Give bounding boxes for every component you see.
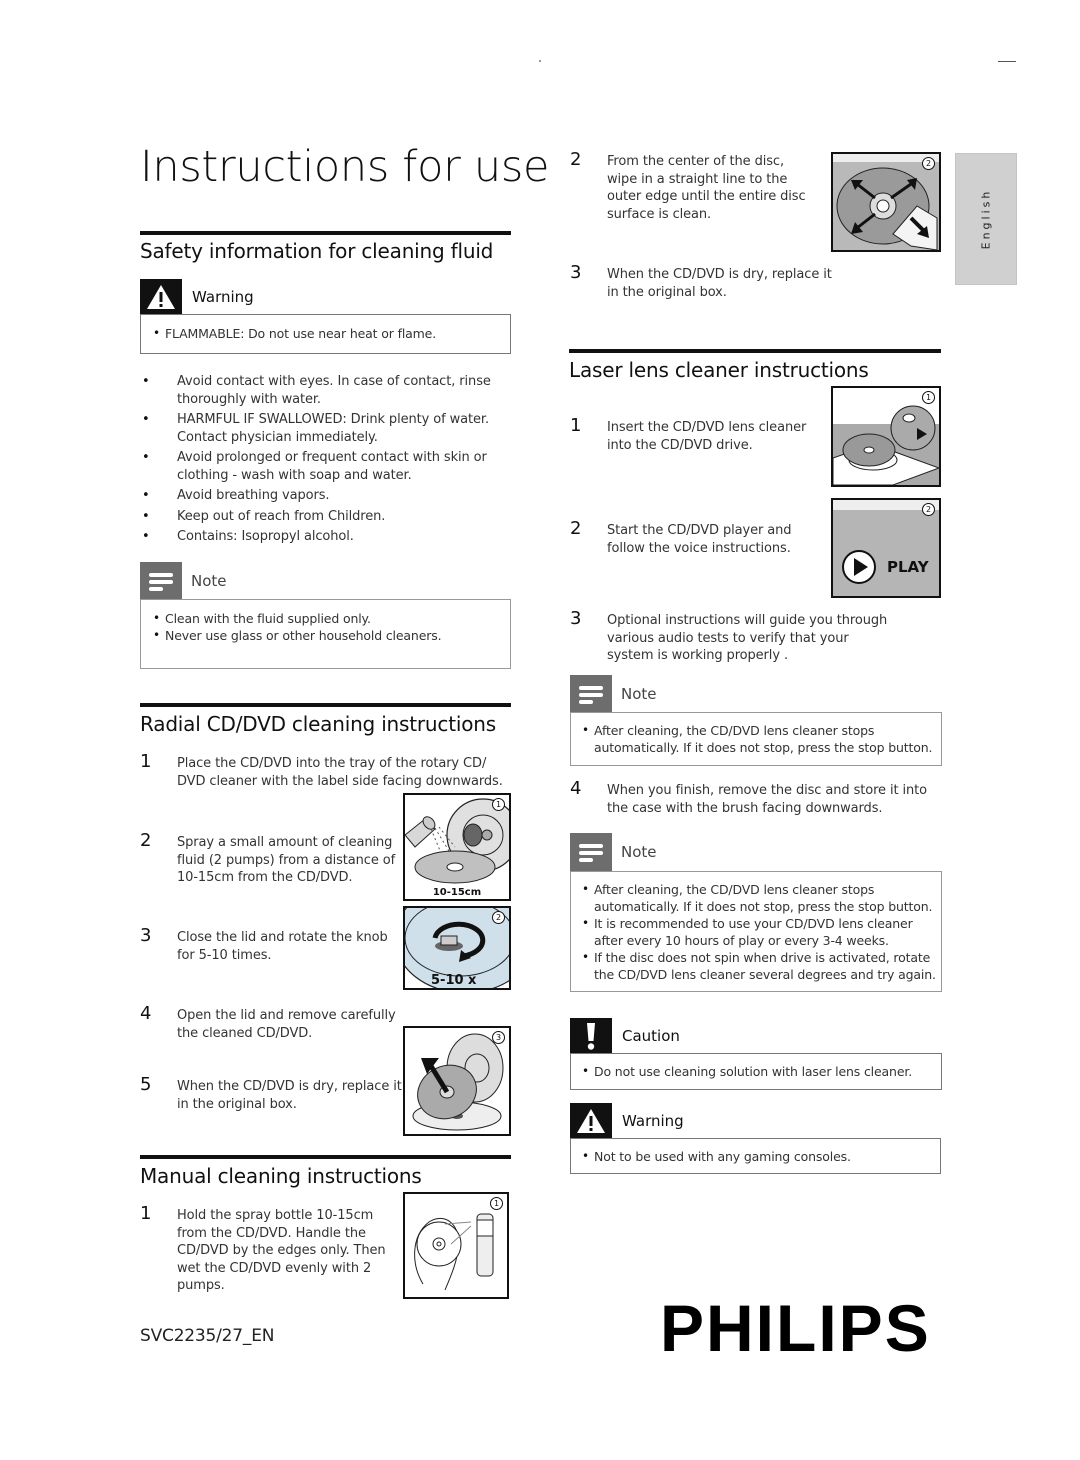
caution-item: Do not use cleaning solution with laser … (576, 1063, 941, 1080)
radial-figure-remove: 3 (403, 1026, 511, 1136)
caution-box: Do not use cleaning solution with laser … (570, 1053, 942, 1090)
step-text: Close the lid and rotate the knob for 5-… (177, 930, 388, 963)
philips-logo: PHILIPS (660, 1291, 931, 1365)
figure-number: 2 (492, 911, 505, 924)
radial-heading: Radial CD/DVD cleaning instructions (140, 712, 496, 736)
note-label: Note (621, 685, 657, 703)
laser-figure-play: PLAY 2 (831, 498, 941, 598)
step-text: Insert the CD/DVD lens cleaner into the … (607, 420, 807, 453)
play-caption: PLAY (887, 558, 929, 576)
step-number: 4 (140, 1003, 152, 1024)
note-label: Note (621, 843, 657, 861)
safety-note-header: Note (140, 562, 227, 600)
step-number: 1 (570, 415, 582, 436)
safety-bullet: Avoid breathing vapors. (140, 487, 515, 505)
step-text: Spray a small amount of cleaning fluid (… (177, 835, 396, 885)
warning-triangle-icon (140, 279, 182, 315)
caution-label: Caution (622, 1027, 680, 1045)
figure-number: 1 (492, 798, 505, 811)
safety-bullet-list: Avoid contact with eyes. In case of cont… (140, 373, 515, 549)
laser-heading: Laser lens cleaner instructions (569, 358, 869, 382)
step-text: From the center of the disc, wipe in a s… (607, 154, 806, 222)
step-text: Place the CD/DVD into the tray of the ro… (177, 756, 503, 789)
step-number: 3 (570, 262, 582, 283)
caution-header: Caution (570, 1018, 680, 1054)
section-rule (140, 1155, 511, 1159)
safety-bullet: Avoid contact with eyes. In case of cont… (140, 373, 515, 408)
step-number: 3 (140, 925, 152, 946)
step-text: When the CD/DVD is dry, replace it in th… (607, 267, 832, 300)
warning-triangle-icon (570, 1103, 612, 1139)
safety-bullet: Avoid prolonged or frequent contact with… (140, 449, 515, 484)
section-rule (140, 231, 511, 235)
laser-note1-box: After cleaning, the CD/DVD lens cleaner … (570, 712, 942, 766)
laser-warning-header: Warning (570, 1103, 684, 1139)
manual-figure-wipe: 2 (831, 152, 941, 252)
model-code: SVC2235/27_EN (140, 1326, 275, 1346)
safety-bullet: Contains: Isopropyl alcohol. (140, 528, 515, 546)
note-item: Clean with the fluid supplied only. (147, 610, 510, 627)
note-item: It is recommended to use your CD/DVD len… (576, 915, 941, 949)
radial-figure-rotate: 2 5-10 x (403, 906, 511, 990)
play-icon (842, 550, 876, 584)
exclamation-icon (570, 1018, 612, 1054)
language-tab-label: English (979, 188, 993, 250)
step-number: 4 (570, 778, 582, 799)
safety-warning-box: FLAMMABLE: Do not use near heat or flame… (140, 314, 511, 354)
page-title: Instructions for use (140, 142, 550, 192)
safety-bullet: HARMFUL IF SWALLOWED: Drink plenty of wa… (140, 411, 515, 446)
page-mark-dot (539, 60, 541, 62)
language-tab: English (955, 153, 1017, 285)
step-text: Open the lid and remove carefully the cl… (177, 1008, 396, 1041)
figure-number: 3 (492, 1031, 505, 1044)
section-rule (569, 349, 941, 353)
step-text: When you finish, remove the disc and sto… (607, 783, 928, 816)
safety-heading: Safety information for cleaning fluid (140, 239, 494, 263)
laser-note2-box: After cleaning, the CD/DVD lens cleaner … (570, 871, 942, 992)
warning-label: Warning (192, 288, 254, 306)
figure-caption: 10-15cm (432, 887, 482, 898)
step-number: 2 (140, 830, 152, 851)
note-item: After cleaning, the CD/DVD lens cleaner … (576, 881, 941, 915)
step-text: Hold the spray bottle 10-15cm from the C… (177, 1208, 386, 1293)
manual-heading: Manual cleaning instructions (140, 1164, 422, 1188)
figure-caption: 5-10 x (431, 973, 477, 988)
figure-number: 2 (922, 503, 935, 516)
manual-figure-spray: 1 (403, 1192, 509, 1299)
laser-note1-header: Note (570, 675, 657, 713)
section-rule (140, 703, 511, 707)
safety-note-box: Clean with the fluid supplied only. Neve… (140, 599, 511, 669)
step-number: 3 (570, 608, 582, 629)
step-text: Optional instructions will guide you thr… (607, 613, 888, 663)
note-icon (140, 562, 182, 600)
note-item: After cleaning, the CD/DVD lens cleaner … (576, 722, 941, 756)
step-text: When the CD/DVD is dry, replace it in th… (177, 1079, 402, 1112)
laser-warning-box: Not to be used with any gaming consoles. (570, 1138, 941, 1174)
step-text: Start the CD/DVD player and follow the v… (607, 523, 792, 556)
note-icon (570, 833, 612, 871)
figure-number: 1 (922, 391, 935, 404)
figure-number: 1 (490, 1197, 503, 1210)
step-number: 5 (140, 1074, 152, 1095)
note-item: If the disc does not spin when drive is … (576, 949, 941, 983)
laser-figure-insert: 1 (831, 386, 941, 487)
warning-item: FLAMMABLE: Do not use near heat or flame… (147, 325, 510, 342)
step-number: 1 (140, 751, 152, 772)
page-mark-line (998, 61, 1016, 62)
radial-figure-spray: 1 10-15cm (403, 793, 511, 901)
note-label: Note (191, 572, 227, 590)
laser-note2-header: Note (570, 833, 657, 871)
warning-label: Warning (622, 1112, 684, 1130)
safety-warning-header: Warning (140, 279, 254, 315)
step-number: 2 (570, 518, 582, 539)
note-icon (570, 675, 612, 713)
warning-item: Not to be used with any gaming consoles. (576, 1148, 940, 1165)
safety-bullet: Keep out of reach from Children. (140, 508, 515, 526)
step-number: 2 (570, 149, 582, 170)
note-item: Never use glass or other household clean… (147, 627, 510, 644)
step-number: 1 (140, 1203, 152, 1224)
figure-number: 2 (922, 157, 935, 170)
